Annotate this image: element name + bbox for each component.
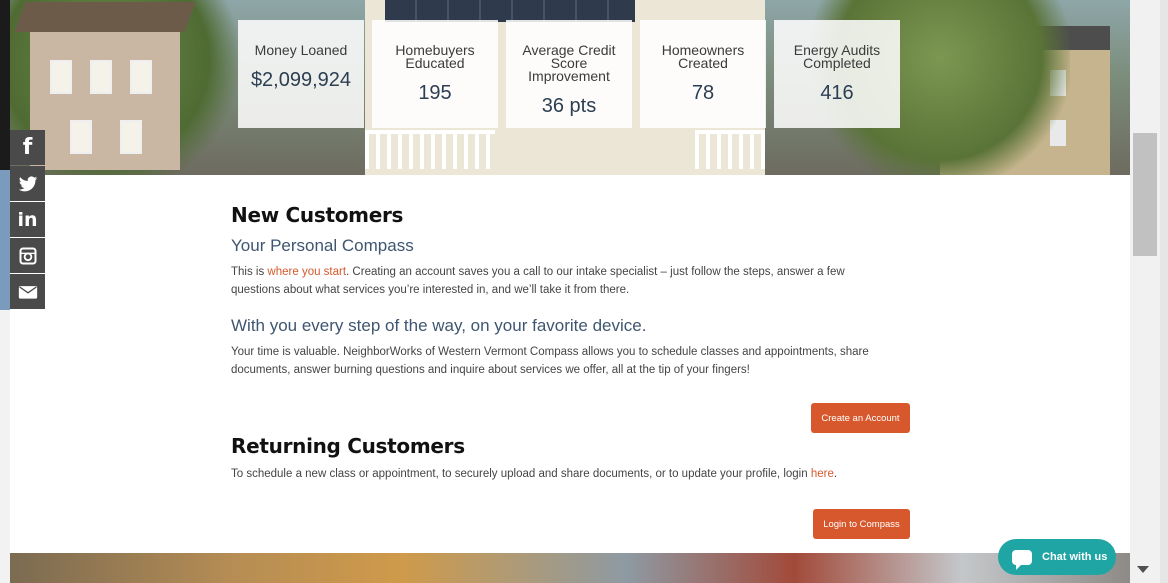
chat-bubble-icon bbox=[1012, 549, 1032, 570]
time-is-valuable-paragraph: Your time is valuable. NeighborWorks of … bbox=[231, 346, 869, 376]
stat-energy-audits: Energy Audits Completed 416 bbox=[774, 20, 900, 128]
chat-with-us-button[interactable]: Chat with us bbox=[998, 539, 1116, 575]
facebook-button[interactable]: f bbox=[10, 130, 45, 165]
instagram-icon bbox=[19, 247, 36, 264]
instagram-button[interactable] bbox=[10, 238, 45, 273]
new-customers-heading: New Customers bbox=[231, 203, 404, 227]
login-to-compass-button[interactable]: Login to Compass bbox=[813, 509, 910, 539]
email-button[interactable] bbox=[10, 274, 45, 309]
scroll-down-arrow-icon[interactable] bbox=[1137, 566, 1149, 573]
stat-value: 416 bbox=[820, 82, 854, 104]
bottom-banner-image bbox=[10, 553, 1130, 583]
login-here-link[interactable]: here bbox=[811, 468, 834, 480]
stat-label: Homeowners Created bbox=[661, 42, 745, 71]
stat-money-loaned: Money Loaned $2,099,924 bbox=[238, 20, 364, 128]
stat-value: 195 bbox=[418, 82, 452, 104]
chat-label: Chat with us bbox=[1042, 551, 1108, 563]
left-edge-dark bbox=[0, 0, 10, 170]
para-text: To schedule a new class or appointment, … bbox=[231, 468, 811, 480]
stat-credit-score: Average Credit Score Improvement 36 pts bbox=[506, 20, 632, 128]
twitter-icon bbox=[18, 175, 37, 191]
para-text: This is bbox=[231, 266, 268, 278]
stat-value: 78 bbox=[691, 82, 715, 104]
scrollbar-thumb[interactable] bbox=[1133, 133, 1157, 256]
right-window-edge bbox=[1160, 0, 1168, 583]
stat-value: 36 pts bbox=[541, 95, 597, 117]
stat-label: Homebuyers Educated bbox=[395, 42, 475, 71]
returning-customers-paragraph: To schedule a new class or appointment, … bbox=[231, 465, 891, 483]
stat-label: Money Loaned bbox=[254, 42, 348, 58]
envelope-icon bbox=[18, 285, 37, 299]
stat-value: $2,099,924 bbox=[250, 69, 352, 91]
returning-customers-heading: Returning Customers bbox=[231, 434, 465, 458]
hero-house-left bbox=[14, 2, 196, 170]
twitter-button[interactable] bbox=[10, 166, 45, 201]
where-you-start-link[interactable]: where you start bbox=[267, 266, 346, 278]
stat-homebuyers-educated: Homebuyers Educated 195 bbox=[372, 20, 498, 128]
every-step-subheading: With you every step of the way, on your … bbox=[231, 316, 647, 335]
left-window-edge bbox=[0, 0, 10, 583]
personal-compass-subheading: Your Personal Compass bbox=[231, 236, 414, 255]
linkedin-icon: in bbox=[17, 208, 38, 231]
stats-panel: Money Loaned $2,099,924 Homebuyers Educa… bbox=[238, 20, 902, 128]
left-edge-accent bbox=[0, 170, 10, 310]
stat-homeowners-created: Homeowners Created 78 bbox=[640, 20, 766, 128]
social-sidebar: f in bbox=[10, 130, 45, 310]
linkedin-button[interactable]: in bbox=[10, 202, 45, 237]
stat-label: Average Credit Score Improvement bbox=[522, 42, 616, 84]
create-account-button[interactable]: Create an Account bbox=[811, 403, 910, 433]
new-customers-paragraph: This is where you start. Creating an acc… bbox=[231, 263, 891, 299]
para-text: . bbox=[833, 468, 838, 480]
stat-label: Energy Audits Completed bbox=[793, 42, 881, 71]
facebook-icon: f bbox=[22, 135, 33, 160]
